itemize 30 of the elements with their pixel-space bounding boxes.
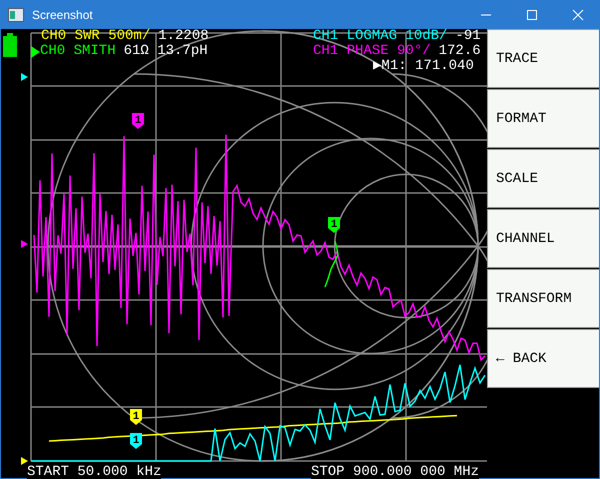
close-icon[interactable] (572, 8, 584, 20)
trace-label[interactable]: CH1 PHASE 90°/ (313, 44, 431, 59)
reference-marker-icon (21, 73, 28, 81)
menu-button[interactable]: FORMAT (487, 89, 599, 148)
trace-value: 1.2208 (158, 29, 209, 44)
menu-button[interactable]: ← BACK (487, 329, 599, 388)
trace-value: 61Ω 13.7pH (124, 44, 208, 59)
menu-button[interactable]: CHANNEL (487, 209, 599, 268)
trace-label[interactable]: CH0 SMITH (40, 44, 116, 59)
smith-trace-line (324, 240, 339, 288)
maximize-icon[interactable] (526, 8, 538, 20)
reference-marker-icon (21, 240, 28, 248)
sweep-stop: STOP 900.000 000 MHz (310, 465, 479, 479)
trace-value: 172.6 (438, 44, 481, 59)
marker-tag: 1 (130, 409, 142, 425)
battery-icon (3, 33, 17, 57)
window-title: Screenshot (32, 8, 93, 22)
marker-tag: 1 (132, 113, 144, 129)
sweep-start: START 50.000 kHz (27, 465, 162, 479)
trace-value: -91 (455, 29, 481, 44)
marker-tag: 1 (130, 433, 142, 449)
menu-button[interactable]: SCALE (487, 149, 599, 208)
menu-button[interactable]: TRANSFORM (487, 269, 599, 328)
menu-button[interactable]: TRACE (487, 29, 599, 88)
marker-tag: 1 (328, 217, 340, 233)
trace-label[interactable]: CH1 LOGMAG 10dB/ (313, 29, 448, 44)
app-icon (8, 8, 24, 22)
trace-label[interactable]: CH0 SWR 500m/ (41, 29, 150, 44)
marker-readout: ▶M1: 171.040 (373, 59, 474, 74)
reference-marker-icon (21, 457, 28, 465)
